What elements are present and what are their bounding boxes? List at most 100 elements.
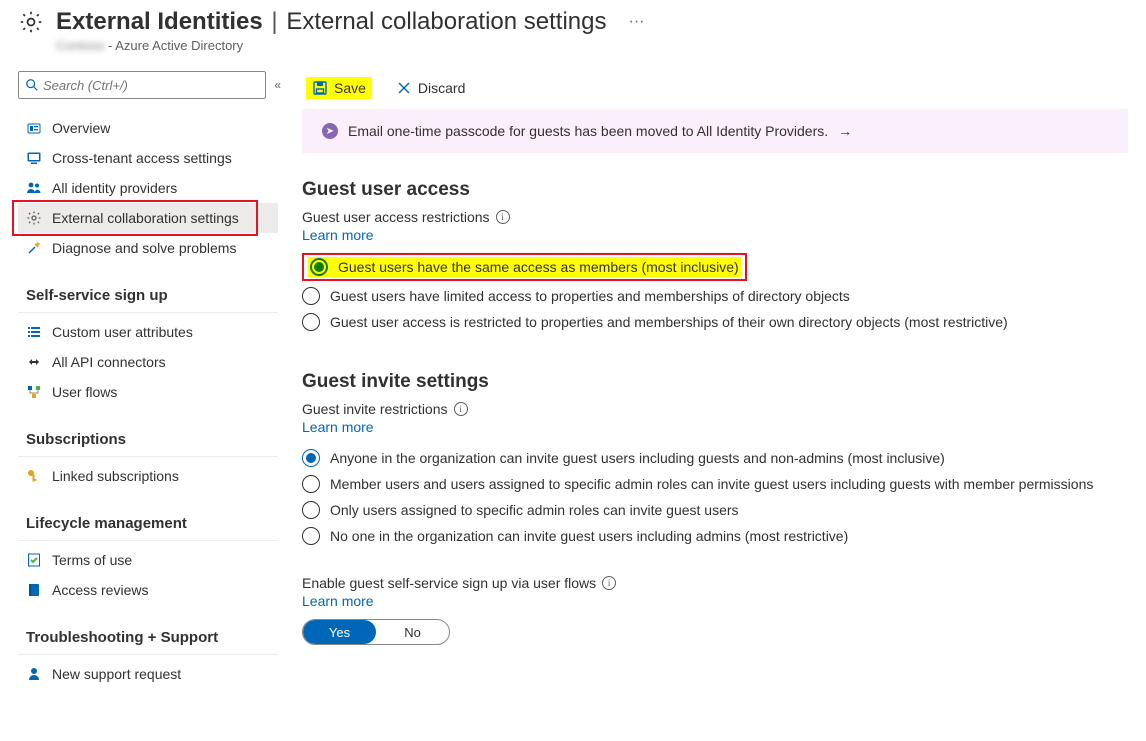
learn-more-link[interactable]: Learn more <box>302 593 374 609</box>
discard-button[interactable]: Discard <box>390 77 471 99</box>
nav-group-subscriptions: Subscriptions <box>18 427 278 452</box>
gear-icon <box>26 210 42 226</box>
key-icon <box>26 468 42 484</box>
nav-label: All identity providers <box>52 180 177 196</box>
tenant-name-blurred: Contoso <box>56 38 104 53</box>
guest-invite-label: Guest invite restrictions i <box>302 401 1128 417</box>
divider <box>18 312 278 313</box>
field-text: Enable guest self-service sign up via us… <box>302 575 596 591</box>
search-icon <box>25 78 39 92</box>
nav-api-connectors[interactable]: All API connectors <box>18 347 278 377</box>
radio-guest-access-1[interactable]: Guest users have the same access as memb… <box>308 257 741 277</box>
nav-diagnose[interactable]: Diagnose and solve problems <box>18 233 278 263</box>
radio-icon <box>302 527 320 545</box>
breadcrumb: Contoso - Azure Active Directory <box>56 38 1128 53</box>
radio-icon <box>302 449 320 467</box>
nav-label: New support request <box>52 666 181 682</box>
divider <box>18 540 278 541</box>
nav-terms-of-use[interactable]: Terms of use <box>18 545 278 575</box>
radio-label: Anyone in the organization can invite gu… <box>330 450 945 466</box>
save-icon <box>312 80 328 96</box>
nav-label: Access reviews <box>52 582 148 598</box>
radio-label: Guest user access is restricted to prope… <box>330 314 1008 330</box>
field-text: Guest invite restrictions <box>302 401 448 417</box>
radio-guest-invite-4[interactable]: No one in the organization can invite gu… <box>302 523 1128 549</box>
connector-icon <box>26 354 42 370</box>
nav-cross-tenant[interactable]: Cross-tenant access settings <box>18 143 278 173</box>
check-doc-icon <box>26 552 42 568</box>
flow-icon <box>26 384 42 400</box>
rocket-icon: ➤ <box>322 123 338 139</box>
radio-label: Member users and users assigned to speci… <box>330 476 1093 492</box>
sidebar: « Overview Cross-tenant access settings … <box>18 71 278 689</box>
radio-guest-access-3[interactable]: Guest user access is restricted to prope… <box>302 309 1128 335</box>
info-icon <box>26 120 42 136</box>
info-icon[interactable]: i <box>496 210 510 224</box>
info-icon[interactable]: i <box>602 576 616 590</box>
nav-label: Terms of use <box>52 552 132 568</box>
divider <box>18 456 278 457</box>
nav-label: Overview <box>52 120 110 136</box>
book-icon <box>26 582 42 598</box>
radio-icon <box>302 313 320 331</box>
radio-guest-invite-1[interactable]: Anyone in the organization can invite gu… <box>302 445 1128 471</box>
discard-label: Discard <box>418 80 465 96</box>
toggle-yes[interactable]: Yes <box>303 620 376 644</box>
nav-label: Linked subscriptions <box>52 468 179 484</box>
content-pane: Save Discard ➤ Email one-time passcode f… <box>302 71 1128 689</box>
divider <box>18 654 278 655</box>
nav-custom-attributes[interactable]: Custom user attributes <box>18 317 278 347</box>
learn-more-link[interactable]: Learn more <box>302 419 374 435</box>
nav-new-support-request[interactable]: New support request <box>18 659 278 689</box>
radio-label: Only users assigned to specific admin ro… <box>330 502 739 518</box>
list-icon <box>26 324 42 340</box>
self-service-label: Enable guest self-service sign up via us… <box>302 575 1128 591</box>
field-text: Guest user access restrictions <box>302 209 490 225</box>
info-icon[interactable]: i <box>454 402 468 416</box>
arrow-right-icon[interactable]: → <box>838 123 852 139</box>
page-header: External Identities | External collabora… <box>18 8 1128 36</box>
section-guest-access: Guest user access <box>302 179 1128 201</box>
nav-group-troubleshooting: Troubleshooting + Support <box>18 625 278 650</box>
banner-text: Email one-time passcode for guests has b… <box>348 123 828 139</box>
sidebar-search[interactable] <box>18 71 266 99</box>
radio-label: No one in the organization can invite gu… <box>330 528 848 544</box>
nav-group-self-service: Self-service sign up <box>18 283 278 308</box>
nav-label: Custom user attributes <box>52 324 193 340</box>
collapse-sidebar-icon[interactable]: « <box>274 78 278 92</box>
toggle-no[interactable]: No <box>376 620 449 644</box>
radio-icon <box>302 501 320 519</box>
people-icon <box>26 180 42 196</box>
section-guest-invite: Guest invite settings <box>302 371 1128 393</box>
nav-label: All API connectors <box>52 354 166 370</box>
save-label: Save <box>334 80 366 96</box>
nav-label: User flows <box>52 384 117 400</box>
nav-user-flows[interactable]: User flows <box>18 377 278 407</box>
radio-icon <box>302 475 320 493</box>
nav-linked-subscriptions[interactable]: Linked subscriptions <box>18 461 278 491</box>
header-title-sep: | <box>271 8 277 35</box>
header-title-sub: External collaboration settings <box>286 8 606 35</box>
gear-icon <box>18 9 44 35</box>
info-banner: ➤ Email one-time passcode for guests has… <box>302 109 1128 153</box>
self-service-toggle[interactable]: Yes No <box>302 619 450 645</box>
tools-icon <box>26 240 42 256</box>
radio-guest-invite-3[interactable]: Only users assigned to specific admin ro… <box>302 497 1128 523</box>
search-input[interactable] <box>43 78 259 93</box>
learn-more-link[interactable]: Learn more <box>302 227 374 243</box>
nav-access-reviews[interactable]: Access reviews <box>18 575 278 605</box>
nav-overview[interactable]: Overview <box>18 113 278 143</box>
radio-guest-invite-2[interactable]: Member users and users assigned to speci… <box>302 471 1128 497</box>
save-button[interactable]: Save <box>306 77 372 99</box>
radio-icon <box>302 287 320 305</box>
nav-external-collab[interactable]: External collaboration settings <box>18 203 278 233</box>
nav-group-lifecycle: Lifecycle management <box>18 511 278 536</box>
highlight-box: Guest users have the same access as memb… <box>302 253 747 281</box>
more-actions-icon[interactable]: ··· <box>629 13 645 31</box>
nav-identity-providers[interactable]: All identity providers <box>18 173 278 203</box>
nav-label: Cross-tenant access settings <box>52 150 232 166</box>
radio-guest-access-2[interactable]: Guest users have limited access to prope… <box>302 283 1128 309</box>
radio-label: Guest users have limited access to prope… <box>330 288 850 304</box>
header-title-main: External Identities <box>56 8 263 35</box>
radio-label: Guest users have the same access as memb… <box>338 259 739 275</box>
